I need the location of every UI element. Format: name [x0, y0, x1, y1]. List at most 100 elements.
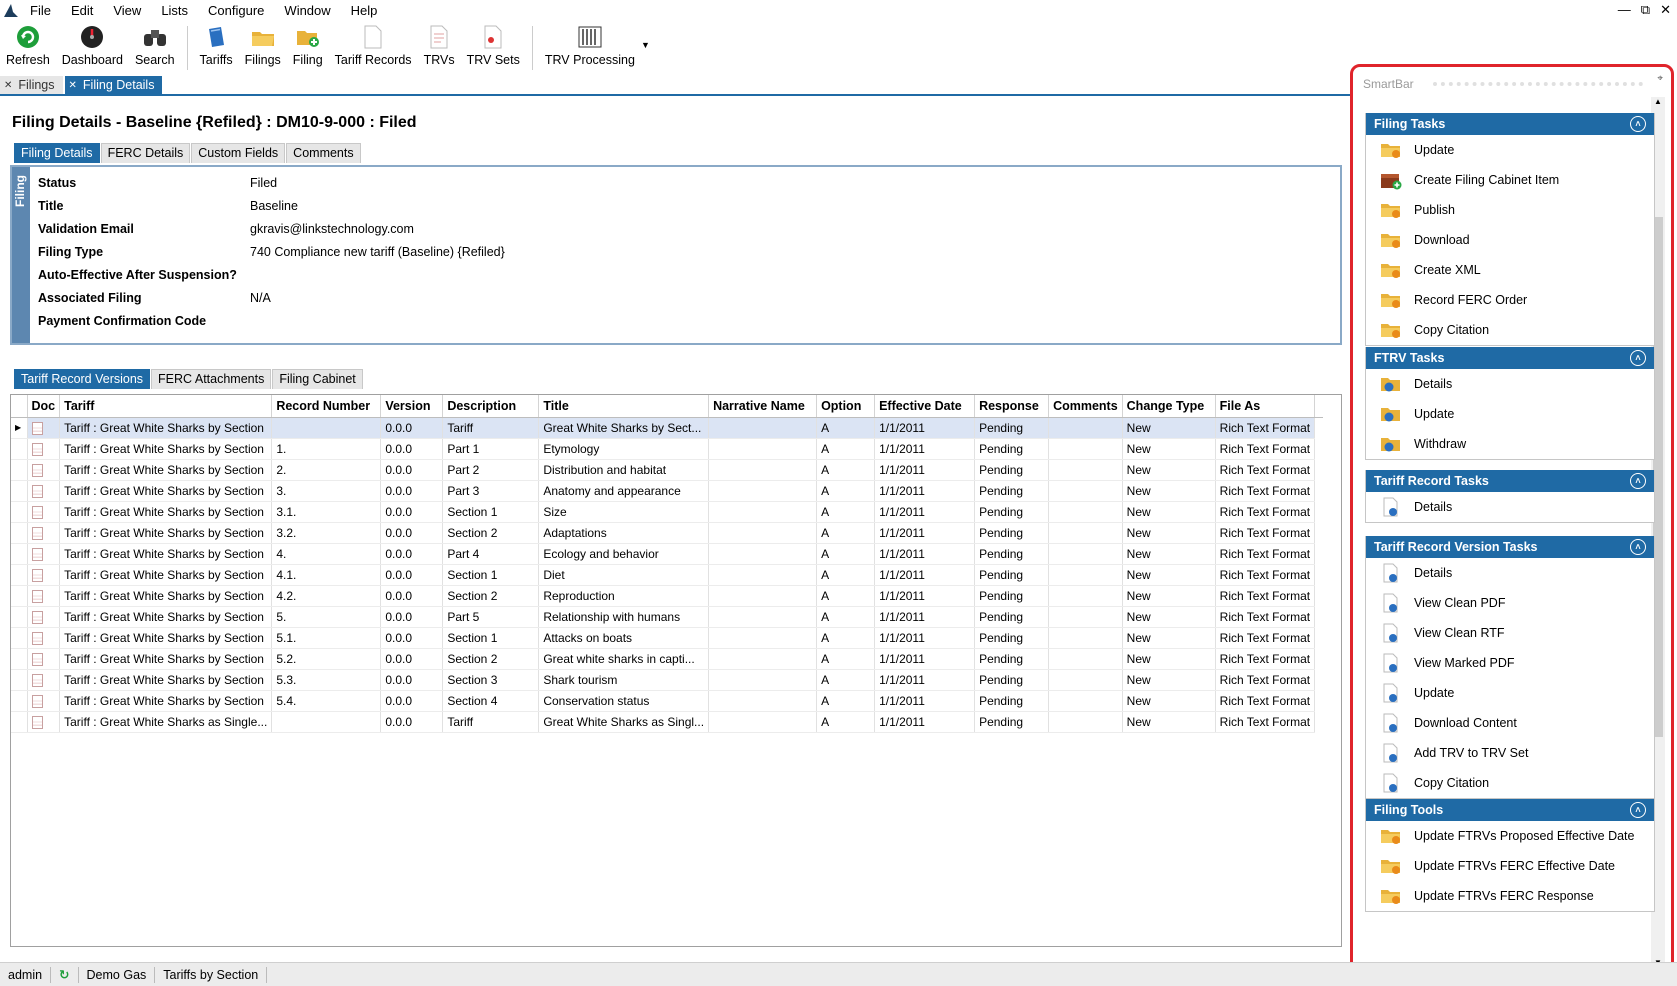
table-cell[interactable]: 0.0.0	[380, 480, 444, 502]
table-cell[interactable]: 1/1/2011	[874, 438, 976, 460]
doc-cell[interactable]	[27, 564, 61, 586]
trvs-button[interactable]: TRVs	[418, 22, 461, 72]
smartbar-task[interactable]: Details	[1366, 369, 1654, 399]
tab-ferc-details[interactable]: FERC Details	[100, 143, 191, 163]
table-cell[interactable]: Tariff : Great White Sharks by Section	[59, 522, 273, 544]
doc-cell[interactable]	[27, 585, 61, 607]
smartbar-task[interactable]: Download	[1366, 225, 1654, 255]
table-row[interactable]: Tariff : Great White Sharks by Section 5.…	[11, 690, 1324, 712]
table-cell[interactable]: 5.3.	[271, 669, 382, 691]
smartbar-section-header[interactable]: FTRV Tasks ˄	[1366, 347, 1654, 369]
smartbar-task[interactable]: View Clean RTF	[1366, 618, 1654, 648]
table-row[interactable]: Tariff : Great White Sharks by Section 5.…	[11, 648, 1324, 670]
table-cell[interactable]: Rich Text Format	[1215, 585, 1316, 607]
table-cell[interactable]: Tariff : Great White Sharks by Section	[59, 438, 273, 460]
column-header[interactable]: File As	[1215, 395, 1316, 418]
smartbar-task[interactable]: Withdraw	[1366, 429, 1654, 459]
table-cell[interactable]: Part 5	[442, 606, 540, 628]
table-row[interactable]: Tariff : Great White Sharks by Section 2.…	[11, 459, 1324, 481]
table-cell[interactable]: New	[1122, 669, 1216, 691]
doc-cell[interactable]	[27, 543, 61, 565]
table-cell[interactable]: Rich Text Format	[1215, 480, 1316, 502]
smartbar-task[interactable]: View Clean PDF	[1366, 588, 1654, 618]
document-icon[interactable]	[31, 547, 43, 561]
tariff-records-button[interactable]: Tariff Records	[329, 22, 418, 72]
tab-ferc-attachments[interactable]: FERC Attachments	[151, 369, 272, 389]
table-row[interactable]: Tariff : Great White Sharks by Section 5.…	[11, 627, 1324, 649]
table-cell[interactable]: New	[1122, 627, 1216, 649]
smartbar-task[interactable]: Create XML	[1366, 255, 1654, 285]
smartbar-task[interactable]: Copy Citation	[1366, 315, 1654, 345]
table-cell[interactable]: New	[1122, 438, 1216, 460]
document-icon[interactable]	[31, 673, 43, 687]
collapse-icon[interactable]: ˄	[1630, 116, 1646, 132]
table-cell[interactable]: 5.2.	[271, 648, 382, 670]
table-cell[interactable]: 0.0.0	[380, 564, 444, 586]
table-cell[interactable]: A	[816, 459, 876, 481]
smartbar-task[interactable]: Record FERC Order	[1366, 285, 1654, 315]
table-cell[interactable]: Tariff : Great White Sharks by Section	[59, 417, 273, 439]
doc-cell[interactable]	[27, 438, 61, 460]
table-cell[interactable]: Rich Text Format	[1215, 669, 1316, 691]
table-cell[interactable]: 4.	[271, 543, 382, 565]
table-cell[interactable]: 3.	[271, 480, 382, 502]
restore-icon[interactable]: ⧉	[1641, 2, 1650, 18]
table-cell[interactable]: Pending	[974, 522, 1050, 544]
table-cell[interactable]	[1048, 480, 1123, 502]
table-row[interactable]: Tariff : Great White Sharks as Single...…	[11, 711, 1324, 733]
table-cell[interactable]: 1/1/2011	[874, 648, 976, 670]
table-cell[interactable]: Part 3	[442, 480, 540, 502]
table-cell[interactable]: Pending	[974, 480, 1050, 502]
table-cell[interactable]: Rich Text Format	[1215, 501, 1316, 523]
table-row[interactable]: Tariff : Great White Sharks by Section 4.…	[11, 585, 1324, 607]
table-cell[interactable]: Adaptations	[538, 522, 710, 544]
table-cell[interactable]: Pending	[974, 648, 1050, 670]
table-cell[interactable]: A	[816, 585, 876, 607]
table-cell[interactable]: Tariff : Great White Sharks by Section	[59, 606, 273, 628]
column-header[interactable]: Description	[442, 395, 540, 418]
table-cell[interactable]: Pending	[974, 543, 1050, 565]
document-icon[interactable]	[31, 505, 43, 519]
table-cell[interactable]	[708, 459, 818, 481]
column-header[interactable]: Change Type	[1122, 395, 1216, 418]
table-cell[interactable]: Section 1	[442, 564, 540, 586]
table-cell[interactable]: A	[816, 690, 876, 712]
pin-icon[interactable]: ⌖	[1657, 73, 1663, 84]
smartbar-task[interactable]: Copy Citation	[1366, 768, 1654, 798]
table-cell[interactable]: Rich Text Format	[1215, 522, 1316, 544]
table-cell[interactable]: Rich Text Format	[1215, 459, 1316, 481]
table-cell[interactable]: 1/1/2011	[874, 711, 976, 733]
table-cell[interactable]: Rich Text Format	[1215, 543, 1316, 565]
doc-cell[interactable]	[27, 501, 61, 523]
table-cell[interactable]: 1/1/2011	[874, 459, 976, 481]
table-cell[interactable]: 0.0.0	[380, 711, 444, 733]
table-cell[interactable]: A	[816, 522, 876, 544]
table-cell[interactable]: Size	[538, 501, 710, 523]
table-cell[interactable]: Tariff : Great White Sharks by Section	[59, 690, 273, 712]
row-indicator[interactable]: ▶	[11, 417, 28, 439]
menu-window[interactable]: Window	[274, 0, 340, 22]
new-filing-button[interactable]: Filing	[287, 22, 329, 72]
row-indicator[interactable]	[11, 606, 28, 628]
smartbar-task[interactable]: Update	[1366, 399, 1654, 429]
table-cell[interactable]: Attacks on boats	[538, 627, 710, 649]
table-cell[interactable]: Pending	[974, 585, 1050, 607]
table-cell[interactable]: Tariff : Great White Sharks by Section	[59, 585, 273, 607]
table-cell[interactable]: Section 2	[442, 585, 540, 607]
table-cell[interactable]: 0.0.0	[380, 627, 444, 649]
table-cell[interactable]: Section 1	[442, 501, 540, 523]
document-icon[interactable]	[31, 526, 43, 540]
doc-tab-filings[interactable]: ✕ Filings	[0, 76, 63, 94]
table-cell[interactable]: A	[816, 417, 876, 439]
row-indicator[interactable]	[11, 669, 28, 691]
menu-help[interactable]: Help	[341, 0, 388, 22]
table-cell[interactable]: 1/1/2011	[874, 627, 976, 649]
table-cell[interactable]: 1/1/2011	[874, 606, 976, 628]
table-cell[interactable]: 5.1.	[271, 627, 382, 649]
table-cell[interactable]: Pending	[974, 459, 1050, 481]
table-cell[interactable]: Rich Text Format	[1215, 438, 1316, 460]
tab-comments[interactable]: Comments	[286, 143, 361, 163]
table-cell[interactable]: Reproduction	[538, 585, 710, 607]
table-cell[interactable]: Rich Text Format	[1215, 627, 1316, 649]
table-cell[interactable]: New	[1122, 690, 1216, 712]
